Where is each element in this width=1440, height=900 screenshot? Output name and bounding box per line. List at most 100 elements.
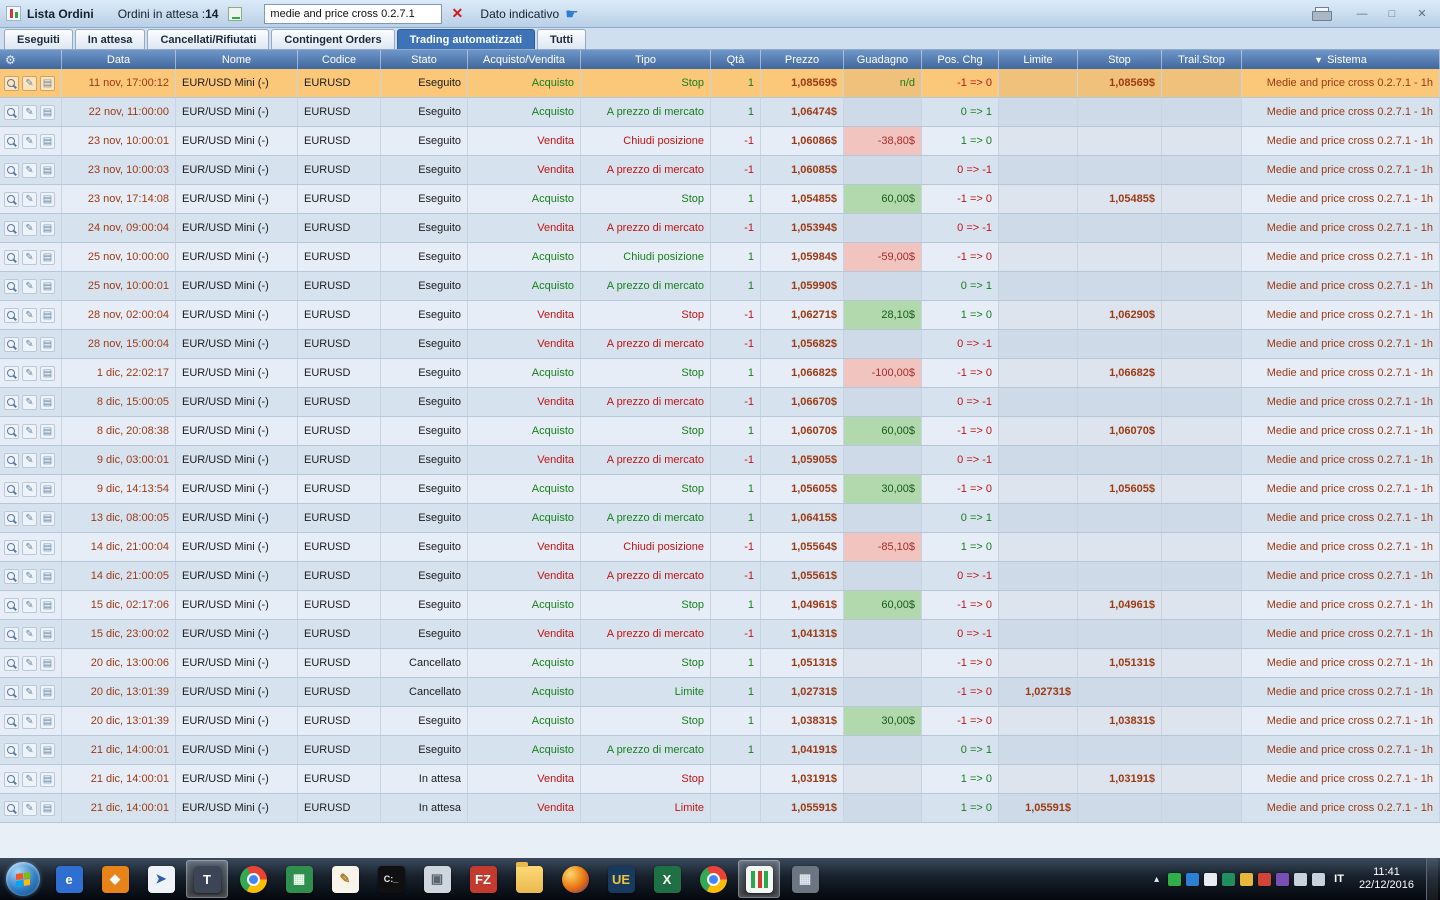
edit-order-icon[interactable]: ✎ (22, 133, 37, 149)
order-note-icon[interactable]: ▤ (40, 307, 55, 323)
taskbar-icon-excel[interactable]: X (646, 860, 688, 898)
open-chart-icon[interactable] (4, 481, 19, 497)
column-header-acquisto-vendita[interactable]: Acquisto/Vendita (468, 50, 581, 69)
table-row[interactable]: ✎ ▤ 22 nov, 11:00:00 EUR/USD Mini (-) EURUSD… (0, 98, 1440, 127)
table-row[interactable]: ✎ ▤ 8 dic, 20:08:38 EUR/USD Mini (-) EURUSD E… (0, 417, 1440, 446)
open-chart-icon[interactable] (4, 684, 19, 700)
column-header-tipo[interactable]: Tipo (581, 50, 711, 69)
edit-order-icon[interactable]: ✎ (22, 249, 37, 265)
column-header-stop[interactable]: Stop (1078, 50, 1162, 69)
table-row[interactable]: ✎ ▤ 23 nov, 10:00:01 EUR/USD Mini (-) EURUSD… (0, 127, 1440, 156)
table-row[interactable]: ✎ ▤ 21 dic, 14:00:01 EUR/USD Mini (-) EURUSD… (0, 765, 1440, 794)
order-note-icon[interactable]: ▤ (40, 597, 55, 613)
table-row[interactable]: ✎ ▤ 13 dic, 08:00:05 EUR/USD Mini (-) EURUSD… (0, 504, 1440, 533)
order-note-icon[interactable]: ▤ (40, 249, 55, 265)
edit-order-icon[interactable]: ✎ (22, 278, 37, 294)
order-note-icon[interactable]: ▤ (40, 481, 55, 497)
table-row[interactable]: ✎ ▤ 20 dic, 13:01:39 EUR/USD Mini (-) EURUSD… (0, 707, 1440, 736)
edit-order-icon[interactable]: ✎ (22, 452, 37, 468)
order-note-icon[interactable]: ▤ (40, 452, 55, 468)
order-note-icon[interactable]: ▤ (40, 104, 55, 120)
order-note-icon[interactable]: ▤ (40, 568, 55, 584)
column-header-limite[interactable]: Limite (999, 50, 1078, 69)
open-chart-icon[interactable] (4, 539, 19, 555)
edit-order-icon[interactable]: ✎ (22, 423, 37, 439)
edit-order-icon[interactable]: ✎ (22, 191, 37, 207)
open-chart-icon[interactable] (4, 568, 19, 584)
column-header-stato[interactable]: Stato (381, 50, 468, 69)
open-chart-icon[interactable] (4, 191, 19, 207)
network-icon[interactable] (1294, 872, 1308, 886)
tab-in-attesa[interactable]: In attesa (74, 29, 146, 49)
order-note-icon[interactable]: ▤ (40, 800, 55, 816)
minimize-button[interactable]: — (1350, 5, 1374, 23)
open-chart-icon[interactable] (4, 655, 19, 671)
taskbar-icon-t-trading-tool[interactable]: T (186, 860, 228, 898)
column-header-pos-chg[interactable]: Pos. Chg (922, 50, 999, 69)
clear-filter-icon[interactable]: ✕ (448, 5, 466, 22)
order-note-icon[interactable]: ▤ (40, 365, 55, 381)
table-row[interactable]: ✎ ▤ 9 dic, 03:00:01 EUR/USD Mini (-) EURUSD E… (0, 446, 1440, 475)
open-chart-icon[interactable] (4, 336, 19, 352)
column-header-prezzo[interactable]: Prezzo (761, 50, 844, 69)
taskbar-icon-calculator[interactable]: ▦ (784, 860, 826, 898)
taskbar-icon-command-prompt[interactable]: C:_ (370, 860, 412, 898)
edit-order-icon[interactable]: ✎ (22, 597, 37, 613)
edit-order-icon[interactable]: ✎ (22, 307, 37, 323)
open-chart-icon[interactable] (4, 800, 19, 816)
taskbar-icon-chrome-2[interactable] (692, 860, 734, 898)
open-chart-icon[interactable] (4, 104, 19, 120)
start-button[interactable] (6, 862, 40, 896)
taskbar-icon-filezilla[interactable]: FZ (462, 860, 504, 898)
taskbar-icon-pointer-app[interactable]: ➤ (140, 860, 182, 898)
taskbar-icon-orange-app[interactable]: ◆ (94, 860, 136, 898)
tray-yellow-app[interactable] (1240, 872, 1254, 886)
table-row[interactable]: ✎ ▤ 1 dic, 22:02:17 EUR/USD Mini (-) EURUSD E… (0, 359, 1440, 388)
table-row[interactable]: ✎ ▤ 25 nov, 10:00:00 EUR/USD Mini (-) EURUSD… (0, 243, 1440, 272)
open-chart-icon[interactable] (4, 220, 19, 236)
open-chart-icon[interactable] (4, 597, 19, 613)
show-desktop-button[interactable] (1426, 858, 1438, 900)
order-note-icon[interactable]: ▤ (40, 684, 55, 700)
edit-order-icon[interactable]: ✎ (22, 510, 37, 526)
taskbar-icon-ultraedit[interactable]: UE (600, 860, 642, 898)
open-chart-icon[interactable] (4, 452, 19, 468)
open-chart-icon[interactable] (4, 365, 19, 381)
tray-expand-icon[interactable]: ▴ (1151, 874, 1162, 885)
tab-eseguiti[interactable]: Eseguiti (4, 29, 73, 49)
order-note-icon[interactable]: ▤ (40, 162, 55, 178)
edit-order-icon[interactable]: ✎ (22, 336, 37, 352)
edit-order-icon[interactable]: ✎ (22, 104, 37, 120)
tab-trading-automatizzati[interactable]: Trading automatizzati (396, 29, 536, 49)
table-row[interactable]: ✎ ▤ 20 dic, 13:00:06 EUR/USD Mini (-) EURUSD… (0, 649, 1440, 678)
table-row[interactable]: ✎ ▤ 21 dic, 14:00:01 EUR/USD Mini (-) EURUSD… (0, 736, 1440, 765)
table-row[interactable]: ✎ ▤ 24 nov, 09:00:04 EUR/USD Mini (-) EURUSD… (0, 214, 1440, 243)
column-header-trail-stop[interactable]: Trail.Stop (1162, 50, 1242, 69)
taskbar-icon-trading-chart-app[interactable] (738, 860, 780, 898)
order-note-icon[interactable]: ▤ (40, 626, 55, 642)
table-row[interactable]: ✎ ▤ 8 dic, 15:00:05 EUR/USD Mini (-) EURUSD E… (0, 388, 1440, 417)
language-indicator[interactable]: IT (1331, 873, 1347, 885)
maximize-button[interactable]: □ (1380, 5, 1404, 23)
edit-order-icon[interactable]: ✎ (22, 713, 37, 729)
order-note-icon[interactable]: ▤ (40, 713, 55, 729)
open-chart-icon[interactable] (4, 162, 19, 178)
order-note-icon[interactable]: ▤ (40, 394, 55, 410)
table-row[interactable]: ✎ ▤ 28 nov, 02:00:04 EUR/USD Mini (-) EURUSD… (0, 301, 1440, 330)
tab-cancellati-rifiutati[interactable]: Cancellati/Rifiutati (147, 29, 270, 49)
table-row[interactable]: ✎ ▤ 20 dic, 13:01:39 EUR/USD Mini (-) EURUSD… (0, 678, 1440, 707)
taskbar-icon-text-editor[interactable]: ✎ (324, 860, 366, 898)
edit-order-icon[interactable]: ✎ (22, 481, 37, 497)
order-note-icon[interactable]: ▤ (40, 75, 55, 91)
table-row[interactable]: ✎ ▤ 21 dic, 14:00:01 EUR/USD Mini (-) EURUSD… (0, 794, 1440, 823)
table-row[interactable]: ✎ ▤ 23 nov, 17:14:08 EUR/USD Mini (-) EURUSD… (0, 185, 1440, 214)
print-icon[interactable] (1312, 6, 1332, 21)
open-chart-icon[interactable] (4, 423, 19, 439)
table-row[interactable]: ✎ ▤ 25 nov, 10:00:01 EUR/USD Mini (-) EURUSD… (0, 272, 1440, 301)
open-chart-icon[interactable] (4, 133, 19, 149)
close-button[interactable]: ✕ (1410, 5, 1434, 23)
edit-order-icon[interactable]: ✎ (22, 568, 37, 584)
order-note-icon[interactable]: ▤ (40, 510, 55, 526)
open-chart-icon[interactable] (4, 249, 19, 265)
taskbar-icon-file-explorer[interactable] (508, 860, 550, 898)
